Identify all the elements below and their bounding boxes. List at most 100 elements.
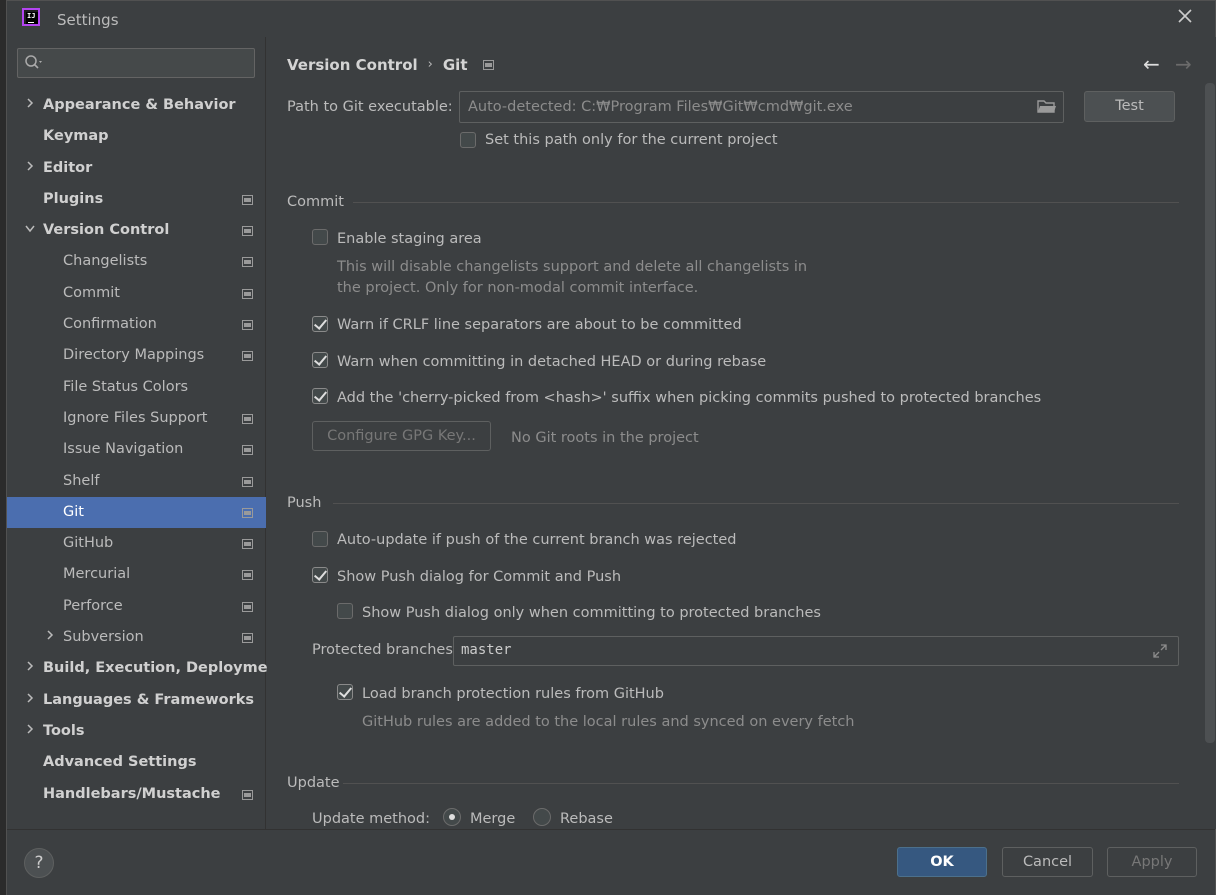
help-button[interactable]: ?	[24, 848, 54, 878]
sidebar-item-label: Perforce	[63, 597, 123, 614]
project-scope-icon	[242, 633, 253, 644]
project-scope-icon	[242, 539, 253, 550]
sidebar-item-changelists[interactable]: Changelists	[7, 246, 266, 277]
sidebar-item-label: Shelf	[63, 472, 100, 489]
sidebar-item-label: Confirmation	[63, 316, 157, 333]
sidebar-item-label: Git	[63, 503, 84, 520]
sidebar-item-handlebars-mustache[interactable]: Handlebars/Mustache	[7, 779, 266, 810]
auto-update-label: Auto-update if push of the current branc…	[337, 532, 737, 548]
sidebar-item-appearance-behavior[interactable]: Appearance & Behavior	[7, 90, 266, 121]
search-input[interactable]	[17, 48, 255, 78]
cancel-button[interactable]: Cancel	[1002, 847, 1093, 877]
settings-tree: Appearance & Behavior Keymap Editor Plugins…	[7, 90, 285, 810]
show-push-dialog-label: Show Push dialog for Commit and Push	[337, 569, 622, 585]
sidebar-item-label: Changelists	[63, 253, 148, 270]
project-scope-icon	[242, 413, 253, 424]
sidebar-item-github[interactable]: GitHub	[7, 528, 266, 559]
settings-sidebar: Appearance & Behavior Keymap Editor Plugins…	[7, 37, 285, 829]
chevron-right-icon[interactable]	[23, 153, 37, 184]
sidebar-item-commit[interactable]: Commit	[7, 278, 266, 309]
sidebar-item-tools[interactable]: Tools	[7, 716, 266, 747]
protected-branches-label: Protected branches:	[312, 642, 458, 658]
sidebar-item-label: Keymap	[43, 128, 109, 145]
protected-only-checkbox[interactable]	[337, 603, 353, 619]
sidebar-item-advanced-settings[interactable]: Advanced Settings	[7, 747, 266, 778]
breadcrumb-parent[interactable]: Version Control	[287, 56, 418, 74]
load-protection-rules-label: Load branch protection rules from GitHub	[362, 686, 664, 702]
merge-radio[interactable]	[443, 808, 461, 826]
push-section-title: Push	[287, 495, 322, 511]
git-path-label: Path to Git executable:	[287, 99, 453, 115]
chevron-right-icon[interactable]	[23, 716, 37, 747]
sidebar-item-mercurial[interactable]: Mercurial	[7, 559, 266, 590]
dialog-footer: ? OK Cancel Apply	[7, 829, 1215, 895]
sidebar-item-label: Directory Mappings	[63, 347, 205, 364]
chevron-right-icon[interactable]	[23, 685, 37, 716]
git-path-field[interactable]: Auto-detected: C:₩Program Files₩Git₩cmd₩…	[459, 91, 1064, 123]
sidebar-item-perforce[interactable]: Perforce	[7, 591, 266, 622]
project-scope-icon	[242, 351, 253, 362]
chevron-down-icon[interactable]	[23, 215, 37, 246]
sidebar-item-directory-mappings[interactable]: Directory Mappings	[7, 340, 266, 371]
protected-branches-field[interactable]: master	[453, 636, 1179, 666]
protected-branches-value: master	[461, 642, 512, 658]
folder-icon[interactable]	[1037, 98, 1057, 118]
project-scope-icon	[242, 320, 253, 331]
update-divider	[343, 783, 1179, 784]
close-icon[interactable]	[1175, 8, 1195, 28]
sidebar-item-label: Commit	[63, 284, 120, 301]
staging-area-checkbox[interactable]	[312, 229, 328, 245]
chevron-right-icon[interactable]	[23, 653, 37, 684]
project-scope-icon	[242, 507, 253, 518]
show-push-dialog-checkbox[interactable]	[312, 567, 328, 583]
expand-icon[interactable]	[1152, 643, 1168, 663]
back-arrow-icon[interactable]: ←	[1143, 52, 1160, 76]
protected-only-label: Show Push dialog only when committing to…	[362, 605, 821, 621]
apply-button[interactable]: Apply	[1107, 847, 1197, 877]
sidebar-item-version-control[interactable]: Version Control	[7, 215, 266, 246]
sidebar-item-git[interactable]: Git	[7, 496, 266, 529]
rebase-radio[interactable]	[533, 808, 551, 826]
sidebar-item-confirmation[interactable]: Confirmation	[7, 309, 266, 340]
detached-head-label: Warn when committing in detached HEAD or…	[337, 354, 767, 370]
cherry-pick-suffix-checkbox[interactable]	[312, 388, 328, 404]
chevron-right-icon[interactable]	[43, 622, 57, 653]
sidebar-item-plugins[interactable]: Plugins	[7, 184, 266, 215]
test-button[interactable]: Test	[1084, 91, 1175, 122]
sidebar-item-label: Plugins	[43, 190, 104, 207]
project-scope-icon	[242, 257, 253, 268]
git-settings-panel: Version Control › Git ← → Path to Git exec…	[267, 37, 1216, 829]
sidebar-item-label: Editor	[43, 159, 93, 176]
project-scope-icon	[242, 789, 253, 800]
chevron-right-icon[interactable]	[23, 90, 37, 121]
sidebar-item-keymap[interactable]: Keymap	[7, 121, 266, 152]
sidebar-item-languages-frameworks[interactable]: Languages & Frameworks	[7, 685, 266, 716]
detached-head-checkbox[interactable]	[312, 352, 328, 368]
load-protection-rules-hint: GitHub rules are added to the local rule…	[362, 714, 855, 730]
push-divider	[333, 503, 1179, 504]
search-icon	[24, 54, 44, 72]
settings-dialog: IJ Settings Appearance & Behavior Keymap E…	[6, 0, 1216, 895]
vertical-scrollbar[interactable]	[1205, 83, 1215, 743]
auto-update-checkbox[interactable]	[312, 531, 328, 547]
ok-button[interactable]: OK	[897, 847, 987, 877]
crlf-checkbox[interactable]	[312, 316, 328, 332]
project-scope-icon	[242, 288, 253, 299]
merge-label: Merge	[470, 811, 516, 827]
sidebar-item-file-status-colors[interactable]: File Status Colors	[7, 372, 266, 403]
git-path-placeholder: Auto-detected: C:₩Program Files₩Git₩cmd₩…	[468, 99, 853, 115]
load-protection-rules-checkbox[interactable]	[337, 684, 353, 700]
sidebar-item-issue-navigation[interactable]: Issue Navigation	[7, 434, 266, 465]
sidebar-item-editor[interactable]: Editor	[7, 153, 266, 184]
sidebar-item-ignore-files-support[interactable]: Ignore Files Support	[7, 403, 266, 434]
staging-hint-line-2: the project. Only for non-modal commit i…	[337, 280, 699, 296]
sidebar-item-label: File Status Colors	[63, 378, 189, 395]
sidebar-item-subversion[interactable]: Subversion	[7, 622, 266, 653]
sidebar-item-label: Tools	[43, 722, 85, 739]
sidebar-item-shelf[interactable]: Shelf	[7, 466, 266, 497]
sidebar-item-label: Handlebars/Mustache	[43, 785, 221, 802]
sidebar-item-build-execution-deployment[interactable]: Build, Execution, Deployment	[7, 653, 285, 684]
current-project-only-checkbox[interactable]	[460, 132, 476, 148]
configure-gpg-key-button[interactable]: Configure GPG Key...	[312, 421, 491, 451]
rebase-label: Rebase	[560, 811, 613, 827]
